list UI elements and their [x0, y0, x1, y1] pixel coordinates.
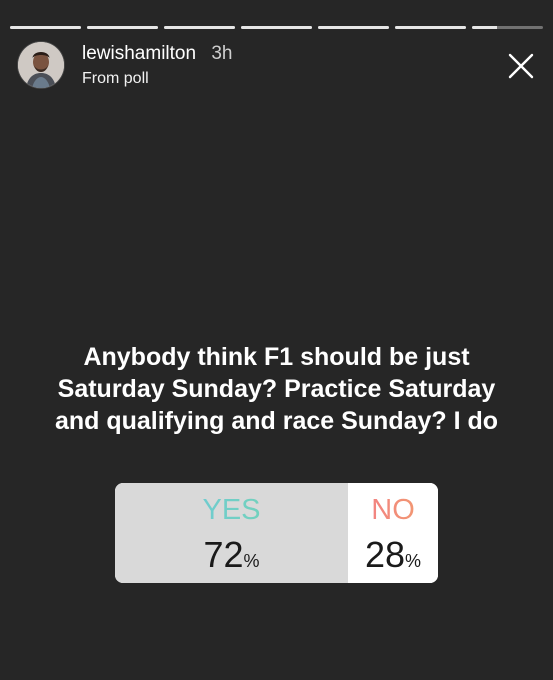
- story-meta: lewishamilton 3h From poll: [82, 42, 232, 90]
- story-progress-fill: [241, 26, 312, 29]
- close-icon: [508, 53, 534, 79]
- story-progress-fill: [164, 26, 235, 29]
- story-progress-bar: [10, 26, 543, 29]
- poll-yes-percent-sign: %: [243, 551, 260, 571]
- story-progress-fill: [318, 26, 389, 29]
- story-subtitle[interactable]: From poll: [82, 68, 232, 90]
- story-progress-segment: [472, 26, 543, 29]
- story-progress-segment: [318, 26, 389, 29]
- poll-results: YES 72% NO 28%: [115, 483, 438, 583]
- poll-no-value: 28: [364, 534, 406, 575]
- story-header: lewishamilton 3h From poll: [18, 42, 535, 94]
- poll-question: Anybody think F1 should be just Saturday…: [54, 343, 499, 435]
- story-progress-fill: [472, 26, 497, 29]
- story-progress-segment: [241, 26, 312, 29]
- story-progress-fill: [395, 26, 466, 29]
- story-progress-segment: [87, 26, 158, 29]
- story-progress-segment: [164, 26, 235, 29]
- poll-option-no-label: NO: [348, 493, 438, 527]
- poll-option-yes-label: YES: [115, 493, 348, 527]
- poll-option-no[interactable]: NO 28%: [348, 483, 438, 583]
- story-progress-fill: [87, 26, 158, 29]
- poll-option-no-percentage: 28%: [348, 535, 438, 581]
- poll-option-yes-percentage: 72%: [115, 535, 348, 581]
- username[interactable]: lewishamilton: [82, 43, 196, 64]
- story-progress-segment: [10, 26, 81, 29]
- poll-yes-value: 72: [203, 534, 244, 575]
- avatar[interactable]: [18, 42, 64, 88]
- profile-photo-icon: [18, 42, 64, 88]
- story-progress-fill: [10, 26, 81, 29]
- poll-option-yes[interactable]: YES 72%: [115, 483, 348, 583]
- story-progress-segment: [395, 26, 466, 29]
- close-button[interactable]: [507, 52, 535, 80]
- poll-no-percent-sign: %: [405, 551, 422, 571]
- timestamp: 3h: [211, 43, 233, 64]
